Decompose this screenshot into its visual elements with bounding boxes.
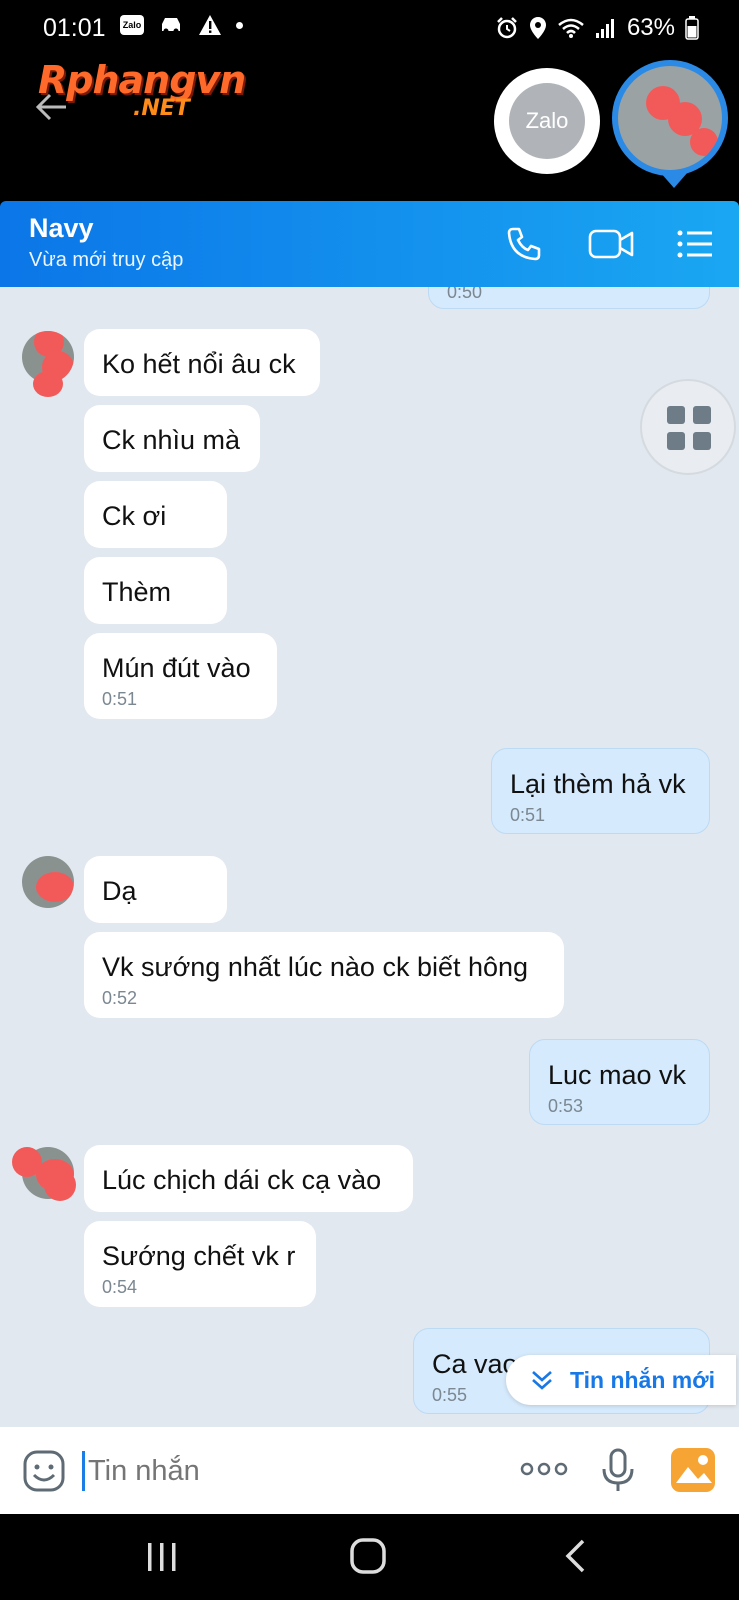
message-bubble-received[interactable]: Dạ	[84, 856, 227, 923]
message-bubble-received[interactable]: Lúc chịch dái ck cạ vào	[84, 1145, 413, 1212]
message-input[interactable]	[86, 1445, 490, 1497]
redaction-mark	[33, 371, 63, 397]
status-left-icons: Zalo	[120, 14, 243, 36]
message-bubble-received[interactable]: Sướng chết vk r 0:54	[84, 1221, 316, 1307]
double-chevron-down-icon	[532, 1371, 552, 1390]
image-icon[interactable]	[670, 1447, 716, 1493]
message-time: 0:51	[102, 689, 138, 709]
alarm-icon	[497, 17, 517, 39]
quick-actions-grid-button[interactable]	[640, 379, 736, 475]
message-time: 0:54	[102, 1277, 138, 1297]
menu-list-icon[interactable]	[676, 225, 714, 263]
warning-icon	[199, 15, 221, 35]
status-right-icons: 63%	[495, 14, 699, 42]
zalo-chat-head[interactable]: Zalo	[494, 68, 600, 174]
message-text: Dạ	[102, 876, 137, 906]
dot-icon	[236, 21, 243, 29]
zalo-notification-icon: Zalo	[120, 15, 144, 35]
site-logo: Rphangvn .NET	[38, 58, 246, 121]
redaction-mark	[44, 1169, 76, 1201]
message-bubble-received[interactable]: Ko hết nổi âu ck	[84, 329, 320, 396]
contact-avatar[interactable]	[22, 856, 74, 908]
message-bubble-received[interactable]: Thèm	[84, 557, 227, 624]
battery-percent: 63%	[626, 14, 675, 41]
contact-name[interactable]: Navy	[29, 213, 94, 244]
zalo-logo: Zalo	[509, 83, 585, 159]
redaction-mark	[12, 1147, 42, 1177]
message-time: 0:52	[102, 988, 138, 1008]
new-messages-label: Tin nhắn mới	[570, 1366, 715, 1393]
message-time: 0:55	[432, 1385, 468, 1405]
message-bubble-received[interactable]: Ck nhìu mà	[84, 405, 260, 472]
message-bubble-received[interactable]: Mún đút vào 0:51	[84, 633, 277, 719]
message-text: Vk sướng nhất lúc nào ck biết hông	[102, 952, 529, 982]
message-bubble-received[interactable]: Ck ơi	[84, 481, 227, 548]
car-icon	[162, 18, 180, 34]
microphone-icon[interactable]	[600, 1447, 636, 1495]
location-icon	[529, 17, 546, 39]
more-icon[interactable]	[520, 1459, 568, 1479]
chat-header: Navy Vừa mới truy cập	[0, 201, 739, 287]
redaction-mark	[690, 128, 718, 156]
video-call-icon[interactable]	[588, 225, 634, 263]
wifi-icon	[558, 18, 584, 38]
message-text: Thèm	[102, 577, 172, 607]
text-cursor	[82, 1451, 85, 1491]
message-time: 0:50	[447, 287, 483, 302]
message-text: Ck ơi	[102, 501, 167, 531]
recent-apps-icon[interactable]	[146, 1542, 178, 1572]
message-text: Ca vao	[432, 1349, 518, 1379]
sticker-icon[interactable]	[22, 1449, 66, 1493]
status-time: 01:01	[43, 14, 106, 42]
grid-icon	[667, 406, 685, 424]
phone-icon[interactable]	[505, 225, 543, 263]
battery-icon	[685, 16, 699, 40]
message-text: Lúc chịch dái ck cạ vào	[102, 1165, 382, 1195]
back-icon[interactable]	[563, 1538, 587, 1574]
message-time: 0:51	[510, 805, 546, 825]
message-text: Mún đút vào	[102, 653, 251, 683]
message-bubble-received[interactable]: Vk sướng nhất lúc nào ck biết hông 0:52	[84, 932, 564, 1018]
status-bar: 01:01 Zalo 63%	[0, 0, 739, 56]
new-messages-button[interactable]: Tin nhắn mới	[506, 1355, 736, 1405]
message-text: Lại thèm hả vk	[510, 769, 686, 799]
home-icon[interactable]	[350, 1538, 386, 1574]
contact-status: Vừa mới truy cập	[29, 249, 184, 271]
message-time: 0:53	[548, 1096, 584, 1116]
message-text: Ck nhìu mà	[102, 425, 241, 455]
message-bubble-sent[interactable]: Luc mao vk 0:53	[529, 1039, 710, 1125]
message-text: Luc mao vk	[548, 1060, 687, 1090]
signal-icon	[595, 19, 614, 38]
message-text: Sướng chết vk r	[102, 1241, 296, 1271]
message-input-bar	[0, 1427, 739, 1514]
message-bubble-sent[interactable]: 0:50	[428, 287, 710, 309]
chat-message-list[interactable]: 0:50 Ko hết nổi âu ck Ck nhìu mà Ck ơi T…	[0, 287, 739, 1427]
chat-head-avatar[interactable]	[612, 60, 728, 176]
message-text: Ko hết nổi âu ck	[102, 349, 296, 379]
chat-head-pointer	[660, 172, 688, 188]
message-bubble-sent[interactable]: Lại thèm hả vk 0:51	[491, 748, 710, 834]
system-nav-bar	[0, 1514, 739, 1600]
